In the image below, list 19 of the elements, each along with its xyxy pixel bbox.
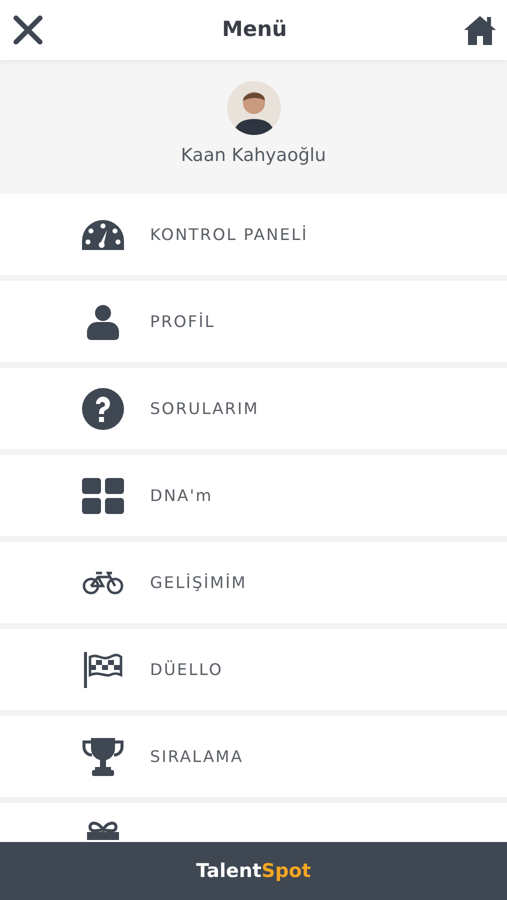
menu-item[interactable]: GELİŞİMİM xyxy=(0,542,507,623)
flag-icon xyxy=(83,652,123,688)
brand-logo: TalentSpot xyxy=(196,858,311,884)
bicycle-icon xyxy=(82,570,124,594)
gauge-icon xyxy=(82,220,124,250)
menu-item[interactable]: SORULARIM xyxy=(0,368,507,449)
menu-item[interactable]: DÜELLO xyxy=(0,629,507,710)
menu-item[interactable]: SIRALAMA xyxy=(0,716,507,797)
menu-item[interactable]: DNA'm xyxy=(0,455,507,536)
menu-item[interactable]: KONTROL PANELİ xyxy=(0,194,507,275)
help-icon xyxy=(82,388,124,430)
home-button[interactable] xyxy=(462,13,497,47)
header-title: Menü xyxy=(222,16,288,44)
grid-icon xyxy=(82,478,124,514)
menu-item[interactable]: PROFİL xyxy=(0,281,507,362)
trophy-icon xyxy=(82,738,124,776)
user-icon xyxy=(87,304,119,340)
menu-item[interactable] xyxy=(0,803,507,842)
profile-name: Kaan Kahyaoğlu xyxy=(180,144,326,168)
